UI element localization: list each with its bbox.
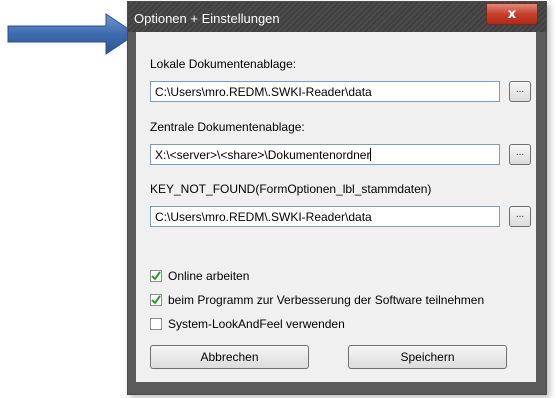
online-checkbox-row[interactable]: Online arbeiten bbox=[150, 268, 249, 284]
online-checkbox-label: Online arbeiten bbox=[168, 269, 250, 283]
save-button[interactable]: Speichern bbox=[348, 345, 507, 369]
close-icon: x bbox=[507, 6, 517, 22]
master-data-input[interactable]: C:\Users\mro.REDM\.SWKI-Reader\data bbox=[150, 206, 500, 227]
close-button[interactable]: x bbox=[486, 3, 538, 25]
local-storage-label: Lokale Dokumentenablage: bbox=[150, 57, 297, 71]
dialog-titlebar[interactable]: Optionen + Einstellungen x bbox=[128, 2, 546, 32]
master-data-value: C:\Users\mro.REDM\.SWKI-Reader\data bbox=[155, 210, 372, 224]
central-storage-browse-button[interactable]: ... bbox=[509, 144, 531, 165]
central-storage-value: X:\<server>\<share>\Dokumentenordner bbox=[155, 148, 371, 162]
master-data-label: KEY_NOT_FOUND(FormOptionen_lbl_stammdate… bbox=[150, 182, 432, 196]
dialog-title: Optionen + Einstellungen bbox=[134, 11, 280, 26]
online-checkbox[interactable] bbox=[150, 270, 162, 282]
local-storage-browse-button[interactable]: ... bbox=[509, 81, 531, 102]
local-storage-value: C:\Users\mro.REDM\.SWKI-Reader\data bbox=[155, 85, 372, 99]
improvement-checkbox-label: beim Programm zur Verbesserung der Softw… bbox=[168, 293, 485, 307]
improvement-checkbox[interactable] bbox=[150, 294, 162, 306]
central-storage-label: Zentrale Dokumentenablage: bbox=[150, 120, 305, 134]
checkmark-icon bbox=[151, 295, 161, 305]
central-storage-input[interactable]: X:\<server>\<share>\Dokumentenordner bbox=[150, 144, 500, 165]
lookandfeel-checkbox-label: System-LookAndFeel verwenden bbox=[168, 317, 345, 331]
local-storage-input[interactable]: C:\Users\mro.REDM\.SWKI-Reader\data bbox=[150, 81, 500, 102]
cancel-button[interactable]: Abbrechen bbox=[150, 345, 309, 369]
checkmark-icon bbox=[151, 271, 161, 281]
master-data-browse-button[interactable]: ... bbox=[509, 206, 531, 227]
lookandfeel-checkbox-row[interactable]: System-LookAndFeel verwenden bbox=[150, 316, 345, 332]
lookandfeel-checkbox[interactable] bbox=[150, 318, 162, 330]
options-dialog: Optionen + Einstellungen x Lokale Dokume… bbox=[127, 1, 547, 395]
improvement-checkbox-row[interactable]: beim Programm zur Verbesserung der Softw… bbox=[150, 292, 484, 308]
dialog-content: Lokale Dokumentenablage: C:\Users\mro.RE… bbox=[136, 32, 536, 382]
text-caret bbox=[370, 148, 372, 161]
arrow-right-icon bbox=[7, 13, 137, 55]
